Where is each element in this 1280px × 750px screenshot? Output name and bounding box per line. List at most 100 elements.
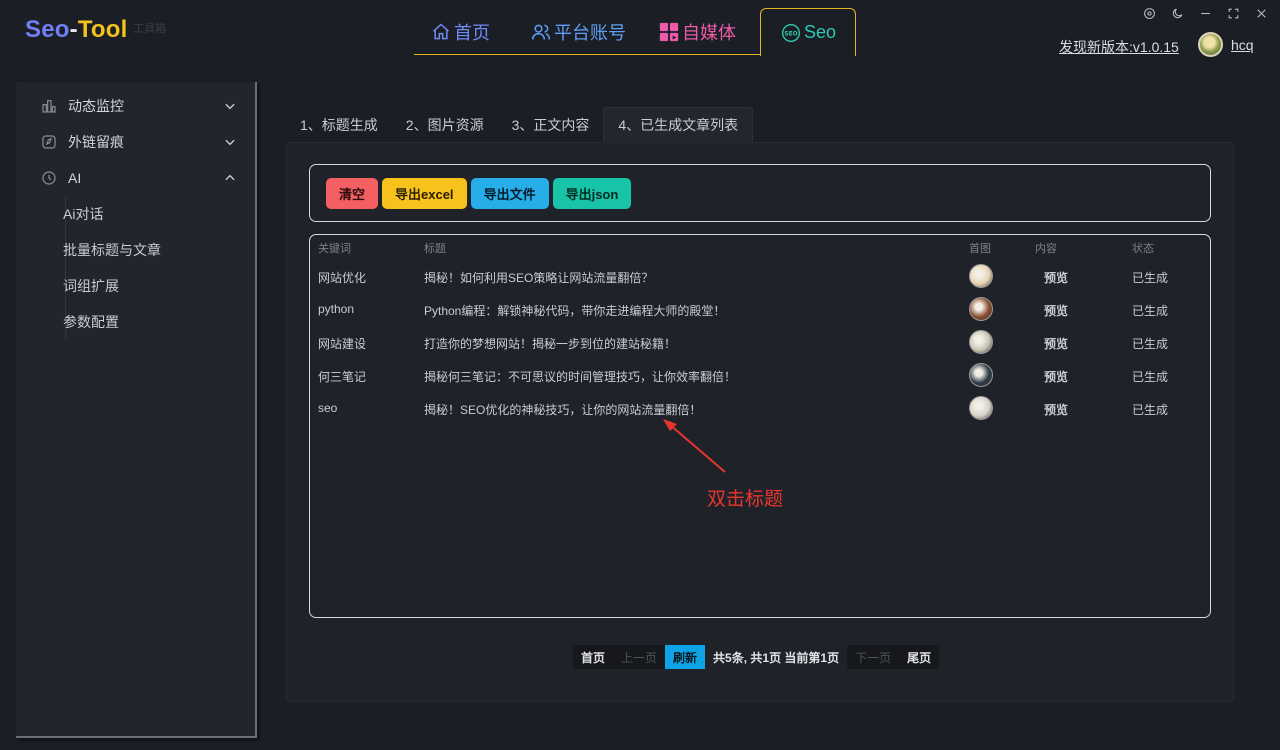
sidebar-item-ai-chat[interactable]: Ai对话 (63, 196, 255, 232)
row-status: 已生成 (1132, 337, 1169, 351)
row-preview-link[interactable]: 预览 (1044, 269, 1068, 286)
avatar[interactable] (1198, 32, 1223, 57)
app-logo: Seo-Tool (25, 16, 128, 44)
export-json-button[interactable]: 导出json (552, 177, 632, 209)
next-page-button[interactable]: 下一页 (847, 645, 900, 669)
sidebar-subitem-label: Ai对话 (63, 206, 104, 222)
row-thumbnail[interactable] (969, 330, 993, 354)
row-title[interactable]: 揭秘！如何利用SEO策略让网站流量翻倍？ (424, 269, 653, 286)
app-window: Seo-Tool 工具箱 首页 平台账号 自媒体 SEO Seo 发现新版本:v… (0, 0, 1280, 750)
row-preview-link[interactable]: 预览 (1044, 401, 1068, 418)
column-header-status: 状态 (1132, 243, 1154, 255)
content-tabs: 1、标题生成 2、图片资源 3、正文内容 4、已生成文章列表 (286, 107, 754, 142)
nav-media-label: 自媒体 (682, 22, 736, 43)
moon-icon[interactable] (1168, 4, 1186, 22)
sidebar-item-ai[interactable]: AI (16, 160, 255, 196)
row-keyword: 网站优化 (318, 271, 367, 285)
tab-body-content[interactable]: 3、正文内容 (498, 107, 604, 142)
seo-icon: SEO (780, 22, 802, 44)
minimize-icon[interactable] (1196, 4, 1214, 22)
chevron-down-icon (223, 99, 237, 113)
clear-button[interactable]: 清空 (326, 177, 379, 209)
sidebar-item-label: 外链留痕 (68, 134, 124, 150)
username-link[interactable]: hcq (1231, 37, 1254, 53)
row-keyword: seo (318, 401, 338, 415)
annotation-label: 双击标题 (707, 489, 784, 510)
annotation-arrow (663, 419, 726, 473)
nav-self-media[interactable]: 自媒体 (642, 8, 752, 55)
users-icon (530, 21, 552, 43)
chevron-down-icon (223, 135, 237, 149)
row-thumbnail[interactable] (969, 396, 993, 420)
row-thumbnail[interactable] (969, 264, 993, 288)
ai-icon (40, 169, 58, 187)
nav-platform-label: 平台账号 (554, 22, 626, 43)
nav-seo[interactable]: SEO Seo (760, 8, 856, 56)
nav-seo-label: Seo (803, 22, 837, 42)
tab-generated-list[interactable]: 4、已生成文章列表 (603, 107, 754, 142)
refresh-button[interactable]: 刷新 (665, 645, 706, 669)
grid-icon (658, 21, 680, 43)
page-info: 共5条, 共1页 当前第1页 (713, 650, 840, 665)
row-status: 已生成 (1132, 403, 1169, 417)
sidebar-item-monitor[interactable]: 动态监控 (16, 88, 255, 124)
first-page-button[interactable]: 首页 (573, 645, 614, 669)
tab-title-generation[interactable]: 1、标题生成 (286, 107, 392, 142)
row-status: 已生成 (1132, 370, 1169, 384)
row-status: 已生成 (1132, 271, 1169, 285)
prev-page-button[interactable]: 上一页 (613, 645, 666, 669)
svg-text:SEO: SEO (784, 31, 797, 37)
column-header-content: 内容 (1035, 243, 1057, 255)
top-nav: 首页 平台账号 自媒体 SEO Seo (414, 8, 856, 56)
update-link[interactable]: 发现新版本:v1.0.15 (1059, 37, 1179, 57)
sidebar: 动态监控 外链留痕 AI Ai对话 批量标题与文章 词组扩展 参数配置 (16, 82, 257, 738)
table-row[interactable]: python Python编程：解锁神秘代码，带你走进编程大师的殿堂！ 预览 已… (310, 293, 1210, 326)
row-preview-link[interactable]: 预览 (1044, 368, 1068, 385)
row-status: 已生成 (1132, 304, 1169, 318)
logo-part1: Seo (25, 16, 70, 43)
column-header-title: 标题 (424, 243, 446, 255)
row-title[interactable]: Python编程：解锁神秘代码，带你走进编程大师的殿堂！ (424, 302, 725, 319)
sidebar-subitem-label: 参数配置 (63, 314, 119, 330)
table-row[interactable]: 网站建设 打造你的梦想网站！揭秘一步到位的建站秘籍！ 预览 已生成 (310, 326, 1210, 359)
sidebar-item-backlinks[interactable]: 外链留痕 (16, 124, 255, 160)
sidebar-item-label: AI (68, 170, 82, 186)
sidebar-item-settings[interactable]: 参数配置 (63, 304, 255, 340)
row-preview-link[interactable]: 预览 (1044, 302, 1068, 319)
close-icon[interactable] (1252, 4, 1270, 22)
row-keyword: 何三笔记 (318, 370, 367, 384)
sidebar-menu: 动态监控 外链留痕 AI (16, 82, 255, 196)
compass-icon (40, 133, 58, 151)
table-row[interactable]: seo 揭秘！SEO优化的神秘技巧，让你的网站流量翻倍！ 预览 已生成 (310, 392, 1210, 425)
logo-part2: Tool (77, 16, 128, 43)
maximize-icon[interactable] (1224, 4, 1242, 22)
logo-dash: - (69, 16, 78, 43)
row-keyword: 网站建设 (318, 337, 367, 351)
chart-icon (40, 97, 58, 115)
last-page-button[interactable]: 尾页 (899, 645, 940, 669)
row-preview-link[interactable]: 预览 (1044, 335, 1068, 352)
row-thumbnail[interactable] (969, 297, 993, 321)
column-header-keyword: 关键词 (318, 243, 351, 255)
row-title[interactable]: 揭秘何三笔记：不可思议的时间管理技巧，让你效率翻倍！ (424, 368, 736, 385)
sidebar-item-batch-titles[interactable]: 批量标题与文章 (63, 232, 255, 268)
sidebar-subitem-label: 批量标题与文章 (63, 242, 161, 258)
sidebar-item-phrase-expand[interactable]: 词组扩展 (63, 268, 255, 304)
nav-home[interactable]: 首页 (414, 8, 506, 55)
ai-submenu: Ai对话 批量标题与文章 词组扩展 参数配置 (63, 196, 255, 340)
column-header-image: 首图 (969, 243, 991, 255)
table-row[interactable]: 网站优化 揭秘！如何利用SEO策略让网站流量翻倍？ 预览 已生成 (310, 260, 1210, 293)
logo-subtitle: 工具箱 (133, 23, 166, 35)
nav-platform-accounts[interactable]: 平台账号 (520, 8, 636, 55)
export-file-button[interactable]: 导出文件 (470, 177, 549, 209)
row-title[interactable]: 打造你的梦想网站！揭秘一步到位的建站秘籍！ (424, 335, 676, 352)
table-row[interactable]: 何三笔记 揭秘何三笔记：不可思议的时间管理技巧，让你效率翻倍！ 预览 已生成 (310, 359, 1210, 392)
home-icon (430, 21, 452, 43)
tab-image-resources[interactable]: 2、图片资源 (392, 107, 498, 142)
export-excel-button[interactable]: 导出excel (382, 177, 467, 209)
settings-icon[interactable] (1140, 4, 1158, 22)
sidebar-subitem-label: 词组扩展 (63, 278, 119, 294)
row-thumbnail[interactable] (969, 363, 993, 387)
nav-underline (414, 54, 770, 55)
sidebar-item-label: 动态监控 (68, 98, 124, 114)
